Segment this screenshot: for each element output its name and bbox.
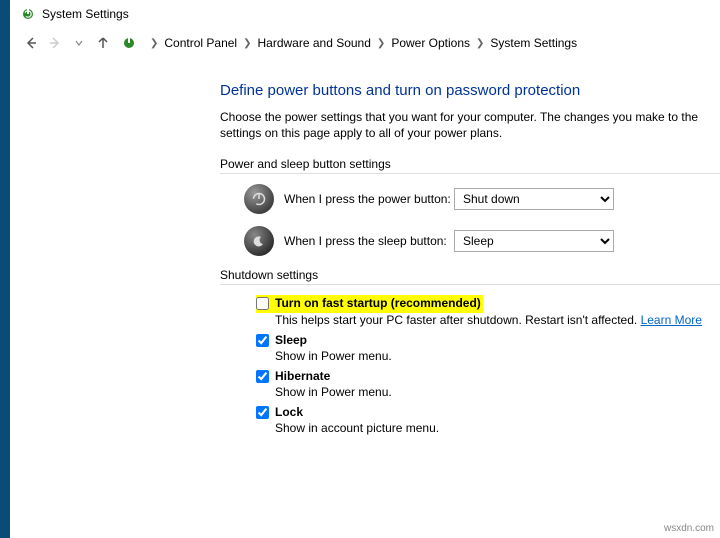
- breadcrumb-hardware-sound[interactable]: Hardware and Sound: [258, 36, 371, 50]
- section-shutdown-settings: Shutdown settings: [220, 268, 720, 282]
- power-options-icon: [20, 6, 36, 22]
- page-heading: Define power buttons and turn on passwor…: [220, 82, 720, 99]
- divider: [220, 284, 720, 285]
- power-button-icon: [244, 184, 274, 214]
- breadcrumb-system-settings[interactable]: System Settings: [490, 36, 577, 50]
- forward-button[interactable]: [44, 32, 66, 54]
- learn-more-link[interactable]: Learn More: [641, 313, 702, 327]
- hibernate-desc: Show in Power menu.: [275, 385, 720, 399]
- sleep-label: Sleep: [275, 333, 307, 347]
- sleep-desc: Show in Power menu.: [275, 349, 720, 363]
- up-button[interactable]: [92, 32, 114, 54]
- fast-startup-checkbox[interactable]: [256, 297, 269, 310]
- sleep-checkbox[interactable]: [256, 334, 269, 347]
- chevron-right-icon: ❯: [150, 38, 158, 49]
- lock-label: Lock: [275, 405, 303, 419]
- chevron-right-icon: ❯: [243, 38, 251, 49]
- back-button[interactable]: [20, 32, 42, 54]
- divider: [220, 173, 720, 174]
- power-button-select[interactable]: Shut down: [454, 188, 614, 210]
- page-description: Choose the power settings that you want …: [220, 109, 720, 141]
- lock-checkbox[interactable]: [256, 406, 269, 419]
- hibernate-label: Hibernate: [275, 369, 330, 383]
- fast-startup-label: Turn on fast startup (recommended): [275, 296, 481, 310]
- lock-desc: Show in account picture menu.: [275, 421, 720, 435]
- sleep-button-label: When I press the sleep button:: [284, 234, 454, 248]
- sleep-button-icon: [244, 226, 274, 256]
- window-title: System Settings: [42, 7, 129, 21]
- watermark: wsxdn.com: [664, 523, 714, 534]
- chevron-right-icon: ❯: [377, 38, 385, 49]
- sleep-button-select[interactable]: Sleep: [454, 230, 614, 252]
- titlebar: System Settings: [10, 0, 720, 28]
- left-accent-bar: [0, 0, 10, 538]
- fast-startup-desc: This helps start your PC faster after sh…: [275, 313, 641, 327]
- chevron-right-icon: ❯: [476, 38, 484, 49]
- power-button-label: When I press the power button:: [284, 192, 454, 206]
- breadcrumb-power-options[interactable]: Power Options: [391, 36, 470, 50]
- section-power-sleep-buttons: Power and sleep button settings: [220, 157, 720, 171]
- hibernate-checkbox[interactable]: [256, 370, 269, 383]
- recent-dropdown[interactable]: [68, 32, 90, 54]
- control-panel-icon: [120, 34, 138, 52]
- breadcrumb-control-panel[interactable]: Control Panel: [164, 36, 237, 50]
